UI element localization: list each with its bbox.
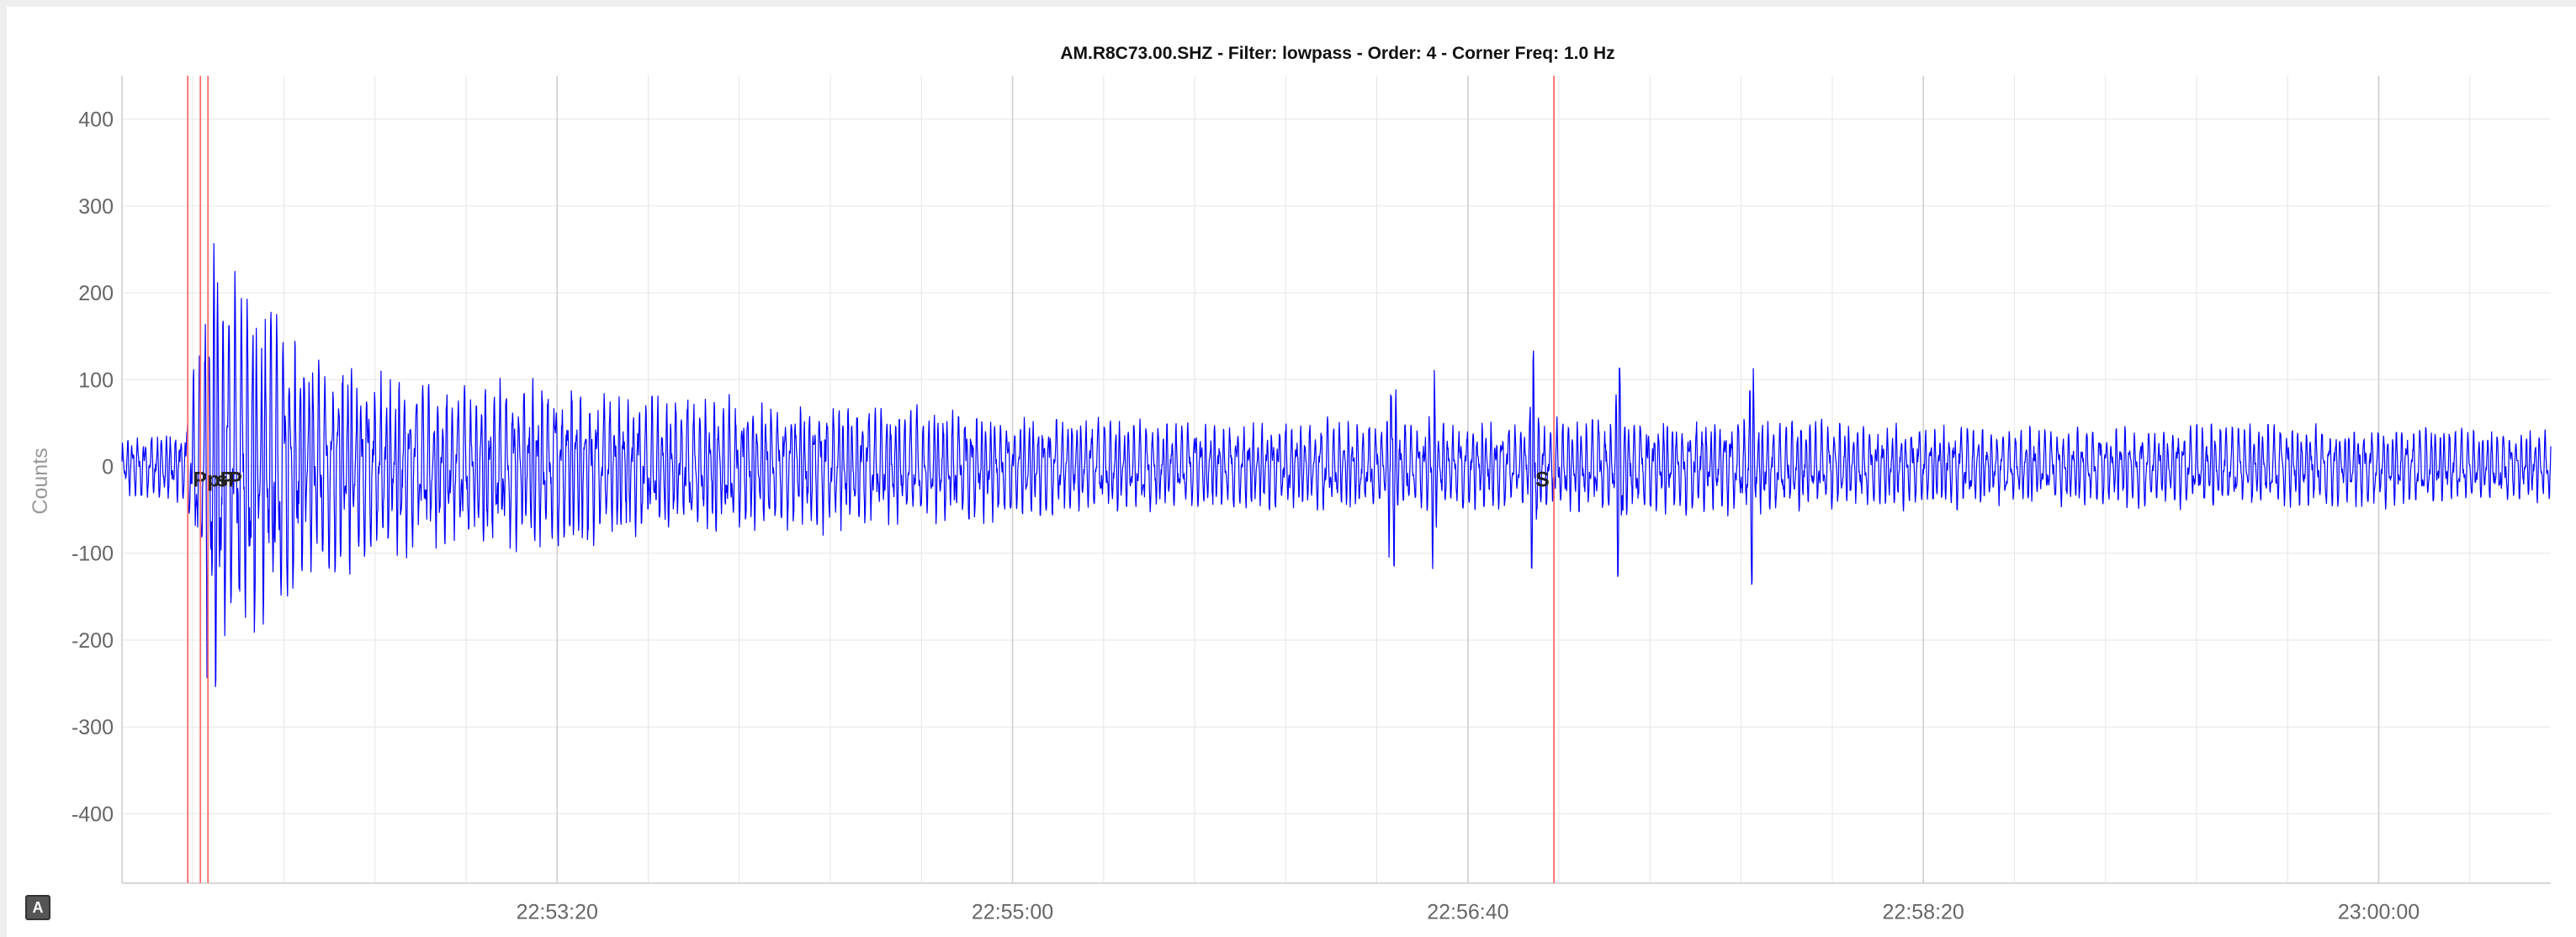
x-tick-label: 22:55:00 (972, 901, 1053, 924)
y-tick-label: -400 (72, 802, 114, 826)
x-tick-label: 22:53:20 (517, 901, 598, 924)
accessibility-icon[interactable]: A (25, 895, 50, 920)
y-tick-label: 200 (78, 282, 114, 305)
tick-labels: 400 300 200 100 0 -100 -200 -300 -400 22:53:20 22:… (72, 109, 2420, 924)
y-tick-label: -100 (72, 543, 114, 566)
pick-label: sP (216, 468, 242, 492)
chart-title: AM.R8C73.00.SHZ - Filter: lowpass - Orde… (1060, 44, 1614, 63)
y-tick-label: 0 (102, 456, 114, 479)
seismogram-chart: PpPsPS 4003002001000-100-200-300-40022:5… (29, 44, 2552, 924)
y-tick-label: 400 (78, 109, 114, 132)
x-tick-label: 22:58:20 (1883, 901, 1964, 924)
y-tick-label: 300 (78, 195, 114, 219)
waveform-trace (121, 243, 2552, 687)
y-tick-label: -200 (72, 629, 114, 653)
pick-label: S (1535, 468, 1550, 492)
x-tick-label: 23:00:00 (2338, 901, 2420, 924)
y-tick-label: -300 (72, 716, 114, 739)
y-tick-label: 100 (78, 368, 114, 392)
x-tick-label: 22:56:40 (1427, 901, 1508, 924)
y-axis-label: Counts (29, 447, 52, 514)
waveform-trace-group (121, 243, 2552, 687)
